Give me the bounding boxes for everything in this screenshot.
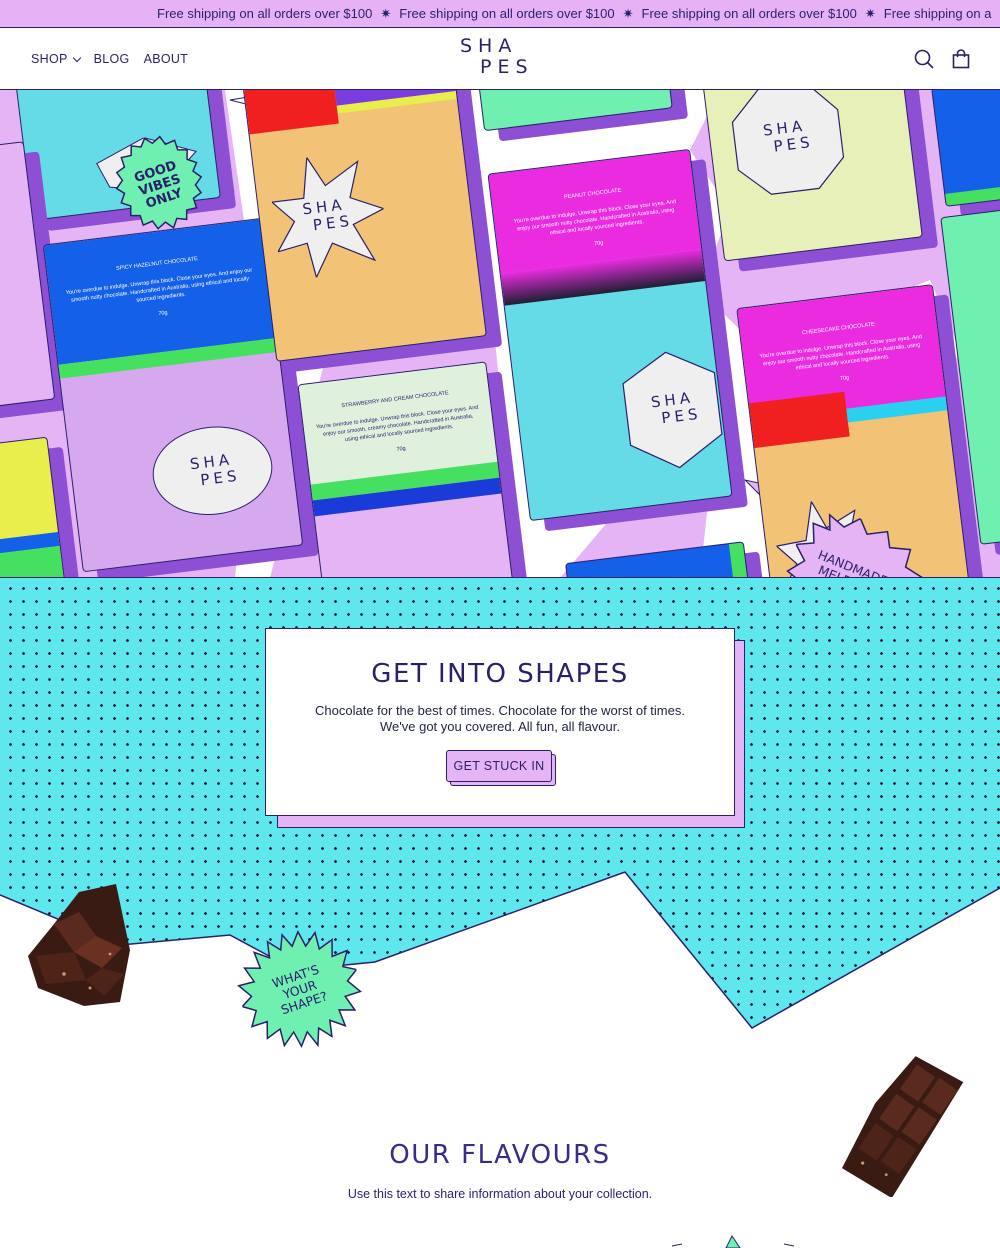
mountain-divider	[0, 871, 1000, 1050]
collection-title: OUR FLAVOURS	[389, 1140, 611, 1170]
chocolate-bar-image	[842, 1056, 964, 1197]
chocolate-piece-image	[28, 884, 130, 1006]
announcement-message: Free shipping on all orders over $100	[157, 6, 373, 21]
nav-shop[interactable]: SHOP	[31, 52, 81, 66]
sparkle-icon: ✷	[622, 6, 634, 21]
bar-weight: 70g	[396, 445, 407, 453]
decorative-shape	[671, 1235, 795, 1248]
collection-subtitle: Use this text to share information about…	[347, 1187, 653, 1201]
nav-shop-label: SHOP	[31, 52, 68, 66]
sparkle-icon: ✷	[380, 6, 392, 21]
chocolate-bar-card: PEANUT CHOCOLATE You're overdue to indul…	[487, 148, 733, 522]
bar-weight: 70g	[158, 310, 168, 318]
shapes-logo-stamp: SHA PES	[287, 187, 363, 245]
chocolate-bar-card: STRAWBERRY AND CREAM CHOCOLATE You're ov…	[297, 361, 517, 577]
shapes-logo-stamp: SHA PES	[147, 419, 278, 522]
site-header: SHOP BLOG ABOUT SHA PES	[0, 28, 1000, 90]
search-icon[interactable]	[914, 49, 934, 69]
chocolate-bar-card: SHA PES	[241, 90, 487, 362]
main-nav: SHOP BLOG ABOUT	[31, 52, 188, 66]
nav-about[interactable]: ABOUT	[144, 52, 189, 66]
announcement-message: Free shipping on a	[883, 6, 992, 21]
promo-title: GET INTO SHAPES	[371, 659, 629, 689]
chevron-down-icon	[72, 53, 81, 62]
announcement-message: Free shipping on all orders over $100	[641, 6, 857, 21]
logo-line-2: PES	[480, 56, 534, 78]
site-logo[interactable]: SHA PES	[460, 36, 542, 78]
chocolate-bar-card: SHA PES	[701, 90, 923, 262]
promo-card: GET INTO SHAPES Chocolate for the best o…	[265, 628, 735, 816]
announcement-bar: Free shipping on all orders over $100 ✷ …	[0, 0, 1000, 28]
get-stuck-in-button[interactable]: GET STUCK IN	[446, 750, 552, 782]
sparkle-icon: ✷	[864, 6, 876, 21]
chocolate-bar-card: SPICY HAZELNUT CHOCOLATE You're overdue …	[42, 217, 304, 573]
logo-line-1: SHA	[460, 35, 518, 57]
hero-banner: SPICY HAZELNUT CHOCOLATE You're overdue …	[0, 90, 1000, 578]
bag-icon[interactable]	[952, 49, 970, 69]
announcement-message: Free shipping on all orders over $100	[399, 6, 615, 21]
nav-blog[interactable]: BLOG	[94, 52, 130, 66]
bar-weight: 70g	[839, 375, 850, 383]
promo-body-line-2: We've got you covered. All fun, all flav…	[380, 719, 620, 734]
bar-weight: 70g	[593, 240, 604, 248]
promo-body-line-1: Chocolate for the best of times. Chocola…	[315, 703, 685, 718]
